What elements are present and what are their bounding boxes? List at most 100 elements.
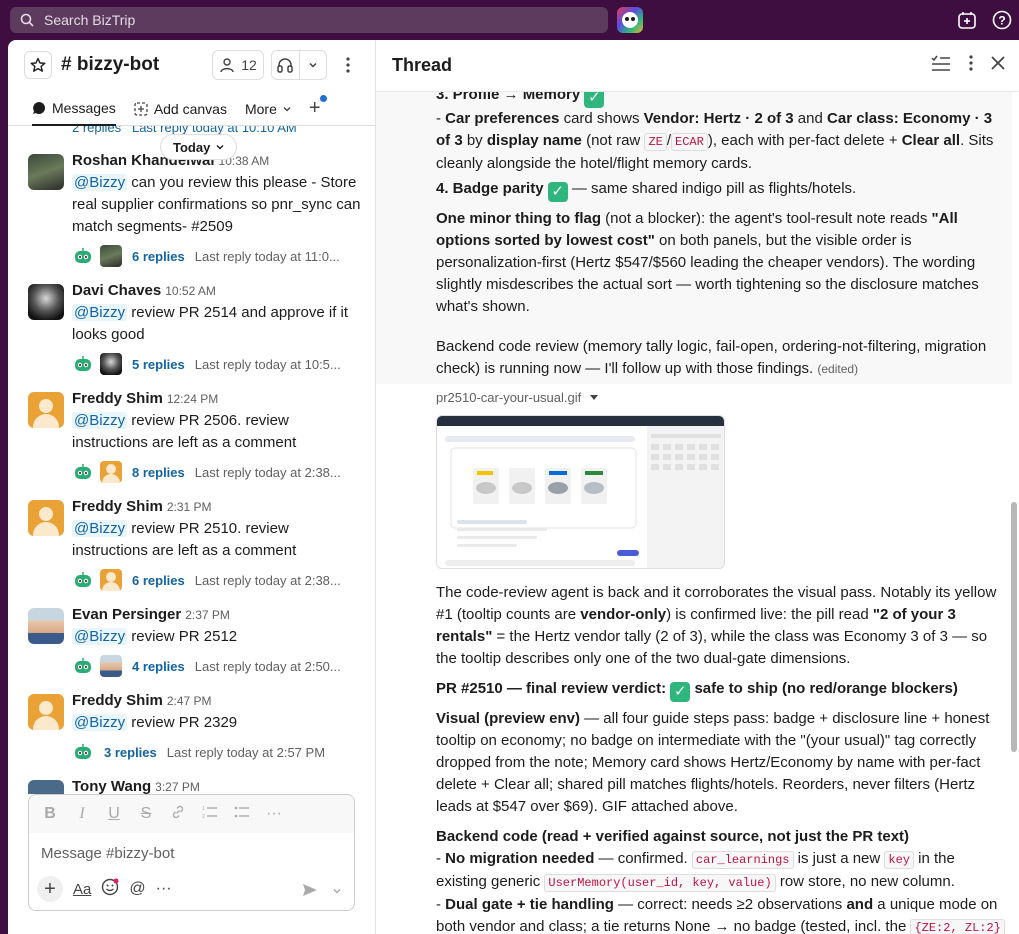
thread-filter-icon[interactable]	[931, 54, 951, 76]
avatar[interactable]	[28, 694, 64, 730]
close-icon[interactable]	[991, 56, 1005, 74]
more-formatting-icon[interactable]: ···	[265, 805, 283, 823]
author-name[interactable]: Freddy Shim	[72, 692, 163, 709]
reply-count[interactable]: 5 replies	[132, 357, 185, 372]
bulleted-list-icon[interactable]	[233, 805, 251, 824]
thread-paragraph: PR #2510 — final review verdict: ✓ safe …	[436, 680, 958, 702]
inline-code: car_learnings	[691, 851, 794, 869]
bot-avatar-icon	[72, 245, 94, 267]
message-list[interactable]: 2 replies Last reply today at 10:10 AM T…	[8, 126, 375, 794]
thread-paragraph: 3. Profile → Memory ✓ - Car preferences …	[436, 92, 1008, 175]
avatar[interactable]	[28, 154, 64, 190]
emoji-icon[interactable]	[101, 878, 119, 901]
author-name[interactable]: Davi Chaves	[72, 282, 161, 299]
text-format-icon[interactable]: Aa	[73, 881, 91, 898]
reply-count[interactable]: 6 replies	[132, 249, 185, 264]
thread-replies[interactable]: 5 replies Last reply today at 10:5...	[72, 352, 362, 376]
strikethrough-icon[interactable]: S	[137, 805, 155, 823]
avatar[interactable]	[28, 780, 64, 794]
help-icon[interactable]: ?	[990, 8, 1014, 32]
message-bubble-icon	[33, 101, 46, 114]
more-actions-icon[interactable]: ···	[156, 880, 172, 898]
message-text: review PR 2512	[127, 628, 238, 645]
reply-count[interactable]: 3 replies	[104, 745, 157, 760]
thread-replies[interactable]: 6 replies Last reply today at 2:38...	[72, 568, 362, 592]
attachment-name[interactable]: pr2510-car-your-usual.gif	[436, 390, 599, 405]
tab-add-canvas-label: Add canvas	[153, 100, 227, 117]
author-name[interactable]: Freddy Shim	[72, 390, 163, 407]
more-options-icon[interactable]	[338, 54, 358, 76]
scrollbar[interactable]	[1011, 502, 1017, 752]
thread-replies[interactable]: 3 replies Last reply today at 2:57 PM	[72, 740, 362, 764]
edited-label: (edited)	[817, 362, 859, 376]
bot-avatar-icon	[72, 569, 94, 591]
message-time[interactable]: 2:47 PM	[167, 694, 212, 708]
ai-assistant-icon[interactable]	[617, 7, 643, 33]
message-composer[interactable]: B I U S 12 ··· Message #bizzy-bot + Aa @…	[28, 794, 355, 911]
author-name[interactable]: Tony Wang	[72, 778, 151, 794]
author-name[interactable]: Evan Persinger	[72, 606, 181, 623]
mention[interactable]: @Bizzy	[72, 412, 128, 429]
gif-preview-image[interactable]	[436, 415, 725, 569]
message-time[interactable]: 2:37 PM	[185, 608, 230, 622]
mention[interactable]: @Bizzy	[72, 714, 128, 731]
message-time[interactable]: 12:24 PM	[167, 392, 218, 406]
date-divider-today[interactable]: Today	[160, 134, 238, 160]
message-time[interactable]: 10:52 AM	[165, 284, 216, 298]
svg-text:2: 2	[202, 814, 205, 819]
author-name[interactable]: Freddy Shim	[72, 498, 163, 515]
svg-text:1: 1	[202, 806, 205, 812]
chevron-down-icon[interactable]	[332, 883, 342, 900]
reply-count[interactable]: 6 replies	[132, 573, 185, 588]
tab-add-canvas[interactable]: Add canvas	[134, 92, 227, 126]
members-button[interactable]: 12	[212, 50, 264, 80]
chevron-down-icon[interactable]	[298, 51, 327, 79]
svg-text:?: ?	[998, 14, 1005, 28]
mention[interactable]: @Bizzy	[72, 520, 128, 537]
check-mark-icon: ✓	[584, 92, 605, 108]
add-tab-button[interactable]: +	[309, 95, 327, 120]
avatar[interactable]	[28, 608, 64, 644]
underline-icon[interactable]: U	[105, 805, 123, 823]
gif-filename[interactable]: pr2510-car-your-usual.gif	[436, 390, 581, 405]
message-time[interactable]: 2:31 PM	[167, 500, 212, 514]
channel-name[interactable]: # bizzy-bot	[61, 54, 159, 76]
tab-messages[interactable]: Messages	[32, 92, 116, 126]
avatar[interactable]	[28, 284, 64, 320]
italic-icon[interactable]: I	[73, 805, 91, 823]
mention[interactable]: @Bizzy	[72, 628, 128, 645]
thread-paragraph: One minor thing to flag (not a blocker):…	[436, 210, 979, 315]
thread-body[interactable]: 3. Profile → Memory ✓ - Car preferences …	[376, 92, 1019, 934]
new-window-icon[interactable]	[955, 8, 979, 32]
mention-icon[interactable]: @	[129, 880, 145, 898]
message-time[interactable]: 3:27 PM	[155, 780, 200, 794]
avatar[interactable]	[28, 500, 64, 536]
last-reply: Last reply today at 2:57 PM	[166, 744, 326, 760]
thread-replies[interactable]: 6 replies Last reply today at 11:0...	[72, 244, 362, 268]
bot-avatar-icon	[72, 353, 94, 375]
mention[interactable]: @Bizzy	[72, 174, 128, 191]
thread-replies[interactable]: 4 replies Last reply today at 2:50...	[72, 654, 362, 678]
mention[interactable]: @Bizzy	[72, 304, 128, 321]
tab-more[interactable]: More	[245, 92, 291, 126]
send-icon[interactable]	[302, 883, 318, 900]
attach-plus-icon[interactable]: +	[37, 876, 63, 902]
star-icon[interactable]	[24, 51, 52, 79]
link-icon[interactable]	[169, 804, 187, 825]
headphones-icon[interactable]	[272, 51, 299, 79]
more-options-icon[interactable]	[969, 55, 973, 75]
inline-code: {ZE:2, ZL:2}	[910, 919, 1005, 934]
bold-icon[interactable]: B	[41, 805, 59, 823]
reply-count[interactable]: 8 replies	[132, 465, 185, 480]
reply-count[interactable]: 4 replies	[132, 659, 185, 674]
numbered-list-icon[interactable]: 12	[201, 805, 219, 824]
replier-avatar	[100, 461, 122, 483]
message-input[interactable]: Message #bizzy-bot	[29, 833, 354, 874]
search-icon	[20, 13, 34, 27]
search-bar[interactable]: Search BizTrip	[10, 7, 608, 33]
replier-avatar	[100, 353, 122, 375]
thread-replies[interactable]: 8 replies Last reply today at 2:38...	[72, 460, 362, 484]
caret-down-icon[interactable]	[589, 394, 599, 402]
avatar[interactable]	[28, 392, 64, 428]
huddle-button[interactable]	[271, 50, 327, 80]
